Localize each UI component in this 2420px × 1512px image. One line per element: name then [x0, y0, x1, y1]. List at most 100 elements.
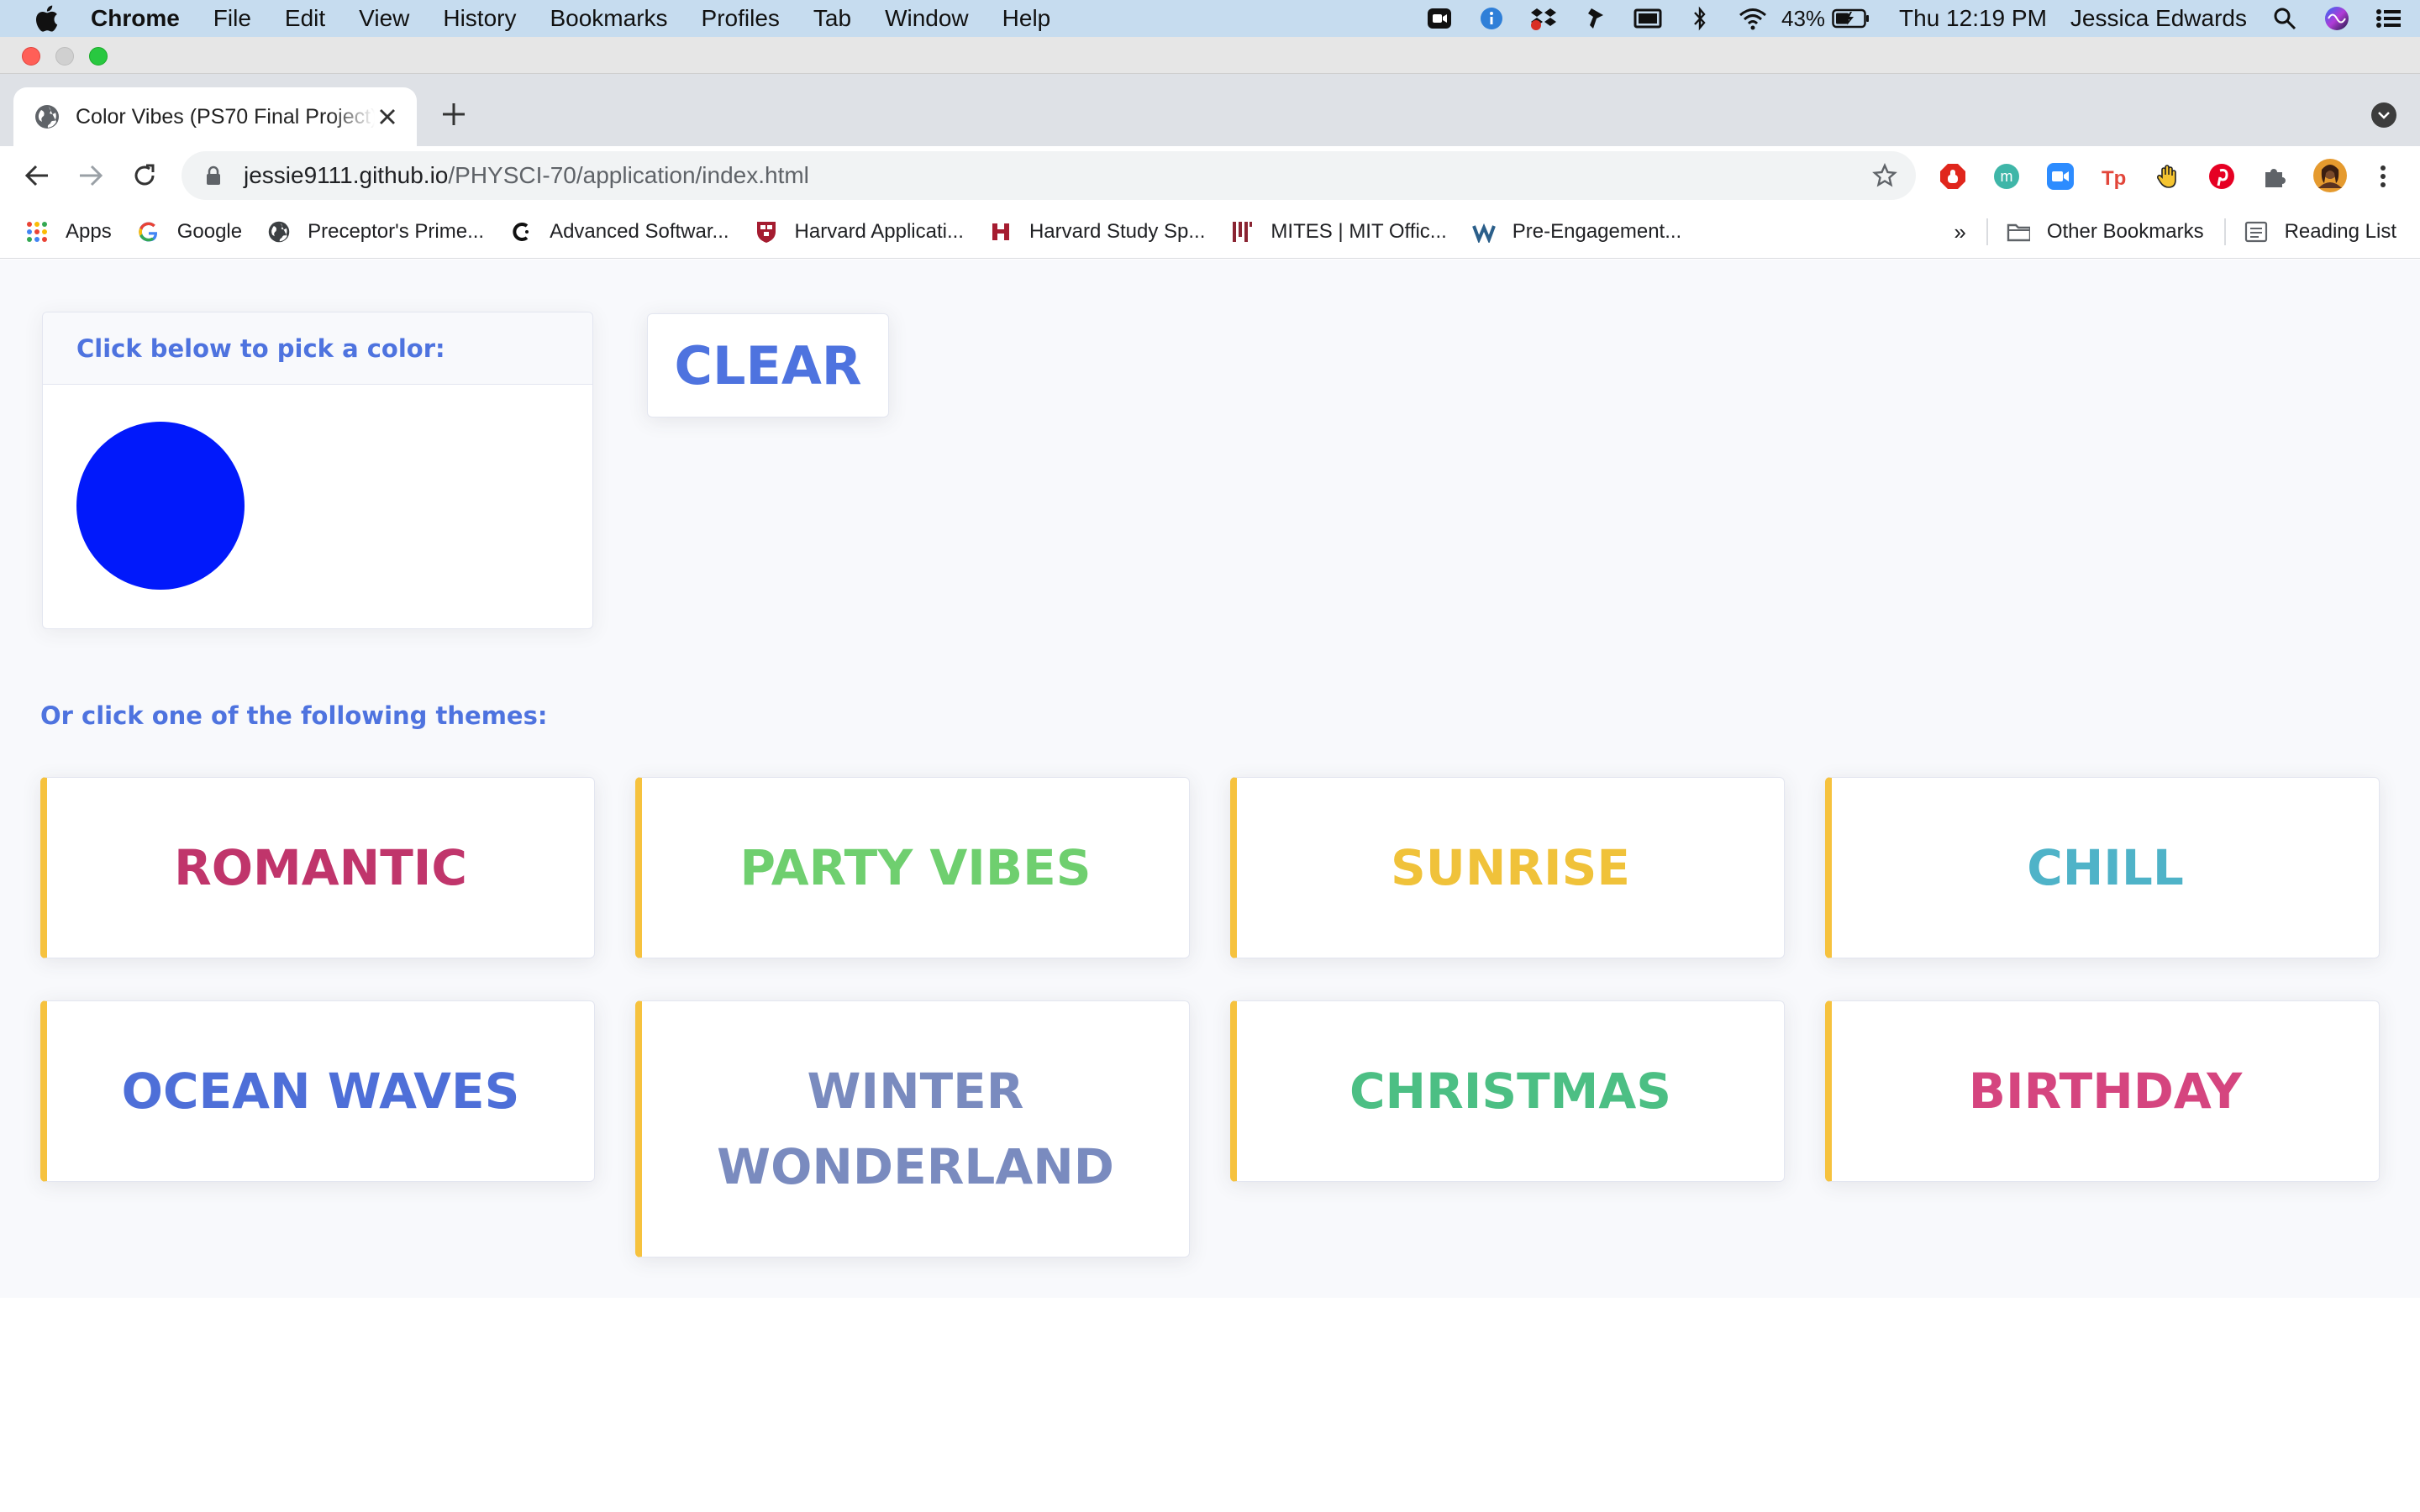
battery-icon[interactable]: [1832, 6, 1870, 31]
menubar-clock[interactable]: Thu 12:19 PM: [1899, 5, 2047, 32]
bookmark-label: Preceptor's Prime...: [308, 219, 485, 243]
lock-icon[interactable]: [202, 164, 225, 187]
bookmark-google[interactable]: Google: [137, 220, 242, 244]
info-status-icon[interactable]: [1477, 6, 1506, 31]
extensions-puzzle-icon[interactable]: [2260, 161, 2291, 192]
display-status-icon[interactable]: [1634, 6, 1662, 31]
apple-menu-icon[interactable]: [34, 4, 67, 33]
window-title-bar: [0, 37, 2420, 74]
menu-app-name[interactable]: Chrome: [91, 5, 180, 32]
menu-window[interactable]: Window: [885, 5, 969, 32]
bookmarks-overflow-chevron[interactable]: »: [1954, 219, 1965, 245]
theme-card-chill[interactable]: CHILL: [1825, 777, 2380, 958]
bookmark-label: Harvard Study Sp...: [1028, 219, 1206, 243]
bookmark-label: Pre-Engagement...: [1512, 219, 1682, 243]
m-extension-icon[interactable]: m: [1991, 161, 2022, 192]
new-tab-icon[interactable]: [437, 99, 471, 133]
bookmark-harvard-application[interactable]: Harvard Applicati...: [755, 220, 964, 244]
apps-grid-icon: [25, 220, 49, 244]
menubar-user-name[interactable]: Jessica Edwards: [2070, 5, 2247, 32]
url-text: jessie9111.github.io/PHYSCI-70/applicati…: [244, 162, 809, 189]
other-bookmarks-folder[interactable]: Other Bookmarks: [2007, 220, 2204, 244]
theme-card-sunrise[interactable]: SUNRISE: [1230, 777, 1785, 958]
bookmark-mites[interactable]: MITES | MIT Offic...: [1230, 219, 1447, 244]
window-minimize-button[interactable]: [55, 47, 74, 66]
color-picker-swatch[interactable]: [76, 422, 245, 590]
theme-card-winter-wonderland[interactable]: WINTER WONDERLAND: [635, 1000, 1190, 1257]
zoom-extension-icon[interactable]: [2045, 161, 2075, 192]
hand-extension-icon[interactable]: [2153, 161, 2183, 192]
page-content: Click below to pick a color: CLEAR Or cl…: [0, 260, 2420, 1298]
menu-tab[interactable]: Tab: [813, 5, 851, 32]
url-host: jessie9111.github.io: [244, 162, 449, 188]
color-picker-header: Click below to pick a color:: [43, 312, 592, 385]
menu-file[interactable]: File: [213, 5, 251, 32]
profile-avatar[interactable]: [2312, 158, 2348, 193]
forward-arrow-icon[interactable]: [74, 159, 108, 192]
pinterest-extension-icon[interactable]: [2207, 161, 2237, 192]
color-picker-card: Click below to pick a color:: [42, 312, 593, 629]
menu-edit[interactable]: Edit: [285, 5, 325, 32]
pin-status-icon[interactable]: [1581, 6, 1610, 31]
divider: [1986, 218, 1988, 245]
tab-search-icon[interactable]: [2371, 102, 2396, 128]
google-icon: [137, 220, 160, 244]
menu-view[interactable]: View: [359, 5, 409, 32]
window-zoom-button[interactable]: [89, 47, 108, 66]
svg-text:Tp: Tp: [2102, 167, 2126, 190]
theme-card-party-vibes[interactable]: PARTY VIBES: [635, 777, 1190, 958]
c-logo-icon: [509, 220, 533, 244]
bookmark-apps[interactable]: Apps: [25, 220, 112, 244]
bookmark-advanced-software[interactable]: Advanced Softwar...: [509, 220, 729, 244]
siri-icon[interactable]: [2323, 6, 2351, 31]
theme-card-ocean-waves[interactable]: OCEAN WAVES: [40, 1000, 595, 1182]
tab-strip: Color Vibes (PS70 Final Project): [0, 74, 2420, 146]
reading-list-icon: [2244, 220, 2268, 244]
harvard-shield-icon: [755, 220, 778, 244]
menu-history[interactable]: History: [443, 5, 516, 32]
tab-close-icon[interactable]: [375, 104, 400, 129]
divider: [2223, 218, 2226, 245]
tp-extension-icon[interactable]: Tp: [2099, 161, 2129, 192]
bookmark-harvard-study[interactable]: Harvard Study Sp...: [989, 220, 1205, 244]
control-center-icon[interactable]: [2375, 6, 2403, 31]
chrome-menu-icon[interactable]: [2368, 161, 2398, 192]
tab-title: Color Vibes (PS70 Final Project): [76, 104, 375, 129]
theme-card-birthday[interactable]: BIRTHDAY: [1825, 1000, 2380, 1182]
menu-bookmarks[interactable]: Bookmarks: [550, 5, 667, 32]
bluetooth-icon[interactable]: [1686, 6, 1714, 31]
globe-icon: [34, 103, 60, 130]
other-bookmarks-label: Other Bookmarks: [2046, 220, 2204, 243]
reload-icon[interactable]: [128, 159, 161, 192]
reading-list-label: Reading List: [2284, 220, 2396, 243]
bookmark-label: MITES | MIT Offic...: [1270, 219, 1447, 243]
menu-help[interactable]: Help: [1002, 5, 1051, 32]
svg-text:m: m: [2001, 168, 2013, 185]
clear-button[interactable]: CLEAR: [647, 313, 889, 417]
theme-card-christmas[interactable]: CHRISTMAS: [1230, 1000, 1785, 1182]
bookmark-pre-engagement[interactable]: Pre-Engagement...: [1471, 219, 1682, 244]
bookmark-preceptors[interactable]: Preceptor's Prime...: [267, 220, 484, 244]
reading-list[interactable]: Reading List: [2244, 220, 2396, 244]
menu-profiles[interactable]: Profiles: [702, 5, 780, 32]
folder-icon: [2007, 220, 2030, 244]
bookmarks-bar: Apps Google Preceptor's Prime... Advance…: [0, 205, 2420, 259]
zoom-status-icon[interactable]: [1425, 6, 1454, 31]
address-bar[interactable]: jessie9111.github.io/PHYSCI-70/applicati…: [182, 151, 1916, 200]
bookmark-label: Apps: [66, 219, 112, 243]
pre-engagement-icon: [1471, 220, 1496, 244]
url-path: /PHYSCI-70/application/index.html: [448, 162, 809, 188]
bookmark-star-icon[interactable]: [1872, 163, 1897, 188]
back-arrow-icon[interactable]: [20, 159, 54, 192]
theme-card-romantic[interactable]: ROMANTIC: [40, 777, 595, 958]
themes-heading: Or click one of the following themes:: [40, 701, 548, 730]
browser-toolbar: jessie9111.github.io/PHYSCI-70/applicati…: [0, 146, 2420, 205]
active-tab[interactable]: Color Vibes (PS70 Final Project): [13, 87, 417, 146]
battery-percent: 43%: [1781, 5, 1826, 31]
window-close-button[interactable]: [22, 47, 40, 66]
mit-logo-icon: [1230, 220, 1254, 244]
adblock-extension-icon[interactable]: [1938, 161, 1968, 192]
dropbox-status-icon[interactable]: [1529, 6, 1558, 31]
spotlight-search-icon[interactable]: [2270, 6, 2299, 31]
wifi-icon[interactable]: [1738, 6, 1766, 31]
